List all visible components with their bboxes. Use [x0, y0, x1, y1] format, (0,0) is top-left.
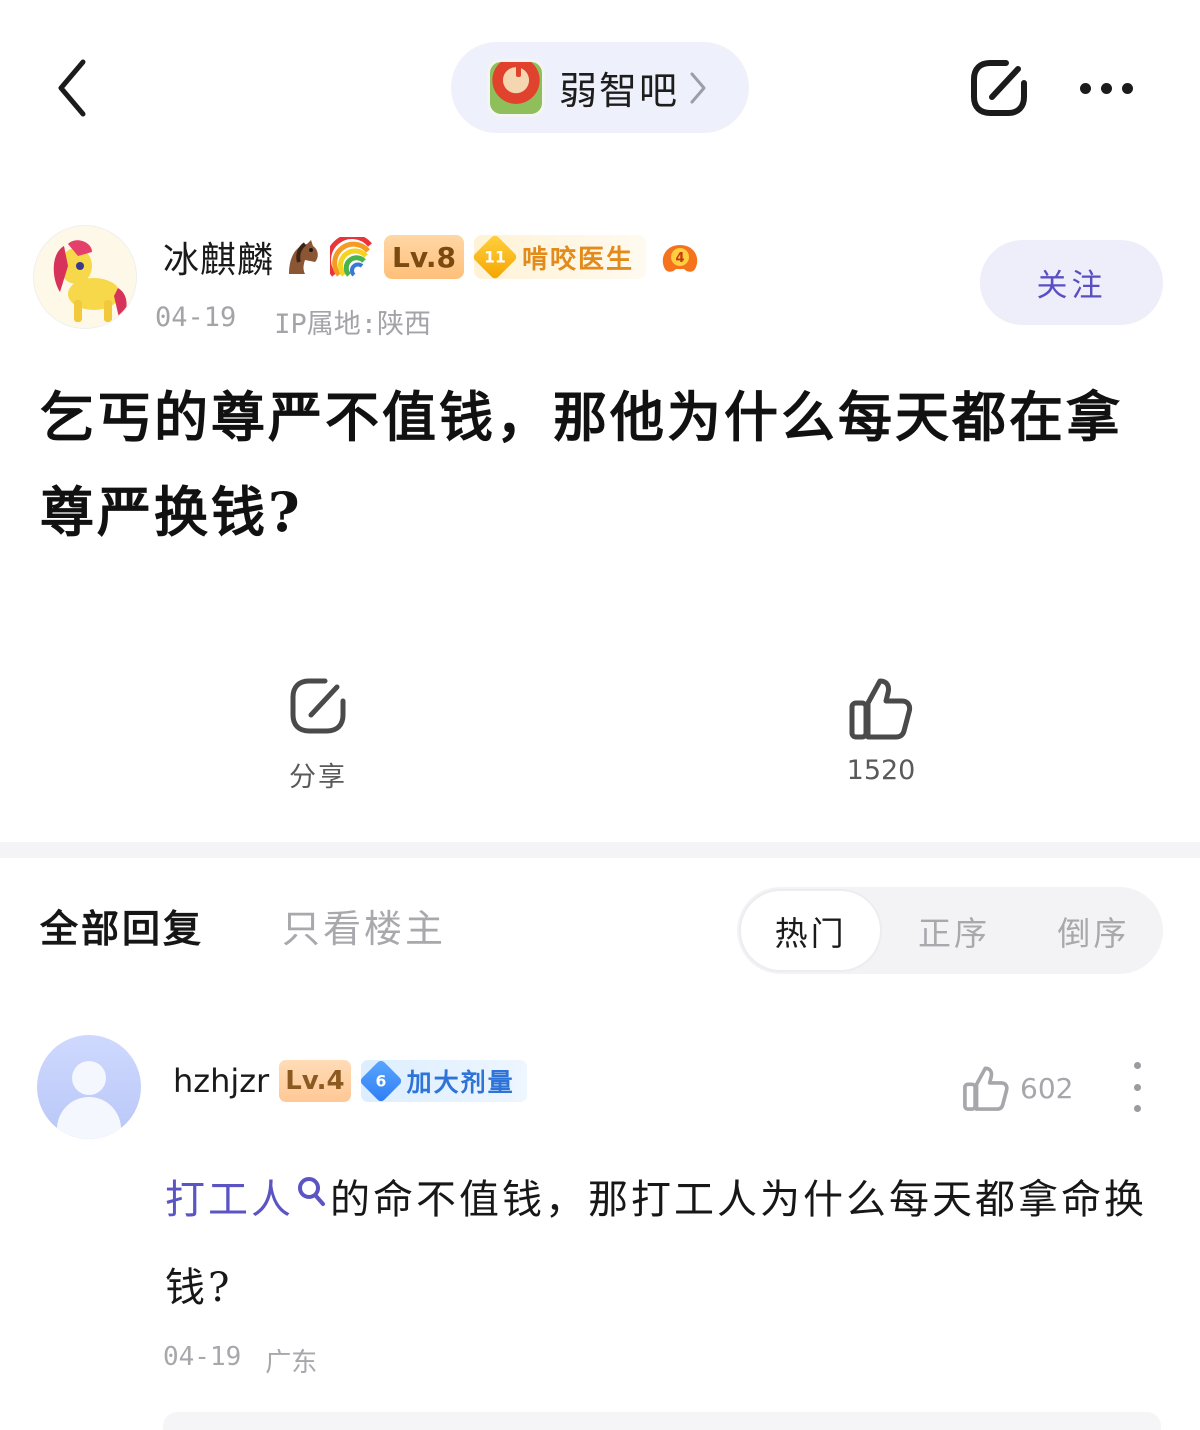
commenter-avatar[interactable] [37, 1035, 141, 1139]
honor-badge: 11 啃咬医生 [471, 233, 646, 281]
badge-diamond-icon: 6 [358, 1058, 403, 1104]
section-divider [0, 842, 1200, 858]
dot [1121, 82, 1133, 94]
sort-ascending[interactable]: 正序 [884, 887, 1023, 974]
like-count: 1520 [846, 755, 916, 786]
share-label: 分享 [289, 762, 347, 793]
search-icon[interactable] [296, 1150, 326, 1238]
comment-meta: 04-19 广东 [163, 1342, 317, 1379]
tab-all-replies[interactable]: 全部回复 [40, 898, 204, 953]
author-name[interactable]: 冰麒麟 [163, 231, 274, 283]
like-action[interactable]: 1520 [811, 675, 951, 786]
sort-descending[interactable]: 倒序 [1024, 887, 1163, 974]
chevron-right-icon [687, 70, 709, 106]
comment-date: 04-19 [163, 1342, 242, 1372]
dot [1100, 82, 1112, 94]
svg-text:4: 4 [675, 251, 684, 266]
post-meta: 04-19 IP属地:陕西 [155, 302, 431, 341]
post-date: 04-19 [155, 302, 237, 333]
dot [1079, 82, 1091, 94]
author-info-line: 冰麒麟 Lv.8 11 啃咬医生 4 [163, 228, 702, 286]
sort-hot[interactable]: 热门 [739, 889, 883, 972]
share-icon [971, 60, 1027, 116]
badge-title: 啃咬医生 [521, 244, 634, 275]
level-badge: Lv.8 [384, 235, 464, 279]
commenter-badge-title: 加大剂量 [406, 1068, 515, 1097]
dot [1133, 1105, 1141, 1112]
dot [1133, 1062, 1141, 1069]
post-title: 乞丐的尊严不值钱，那他为什么每天都在拿尊严换钱? [40, 385, 1123, 544]
commenter-honor-badge: 6 加大剂量 [358, 1058, 527, 1104]
comment-like-count: 602 [1020, 1071, 1074, 1105]
share-button[interactable] [966, 55, 1032, 121]
dot [1133, 1083, 1141, 1091]
more-menu-button[interactable] [1070, 60, 1142, 116]
horse-emoji-icon [280, 235, 324, 279]
sub-reply-preview[interactable] [163, 1412, 1161, 1430]
game-medal-icon: 4 [658, 235, 702, 279]
comment-like-button[interactable]: 602 [962, 1060, 1073, 1116]
ip-location: IP属地:陕西 [274, 309, 432, 340]
badge-diamond-icon: 11 [471, 233, 519, 281]
forum-avatar [487, 58, 545, 117]
rainbow-emoji-icon [330, 235, 374, 279]
pony-avatar-image [34, 226, 136, 328]
comment-more-button[interactable] [1124, 1062, 1150, 1112]
back-button[interactable] [40, 50, 104, 126]
tab-op-only[interactable]: 只看楼主 [282, 898, 446, 953]
follow-button[interactable]: 关注 [980, 240, 1163, 325]
comment-body: 打工人 的命不值钱，那打工人为什么每天都拿命换钱? [165, 1150, 1155, 1332]
top-bar: 弱智吧 [0, 0, 1200, 175]
commenter-info-line: hzhjzr Lv.4 6 加大剂量 [173, 1058, 527, 1104]
comment-keyword-link[interactable]: 打工人 [165, 1177, 294, 1223]
sort-segmented-control: 热门 正序 倒序 [737, 887, 1163, 974]
thumbs-up-icon [849, 678, 913, 740]
comment-location: 广东 [265, 1348, 318, 1378]
author-avatar[interactable] [33, 225, 137, 329]
forum-entry-button[interactable]: 弱智吧 [451, 42, 749, 133]
commenter-name[interactable]: hzhjzr [173, 1062, 269, 1100]
thumbs-up-icon [963, 1066, 1009, 1111]
chevron-left-icon [58, 59, 86, 117]
forum-name: 弱智吧 [559, 69, 680, 113]
commenter-level-badge: Lv.4 [279, 1060, 351, 1102]
share-action[interactable]: 分享 [248, 675, 388, 794]
share-icon [290, 678, 346, 734]
